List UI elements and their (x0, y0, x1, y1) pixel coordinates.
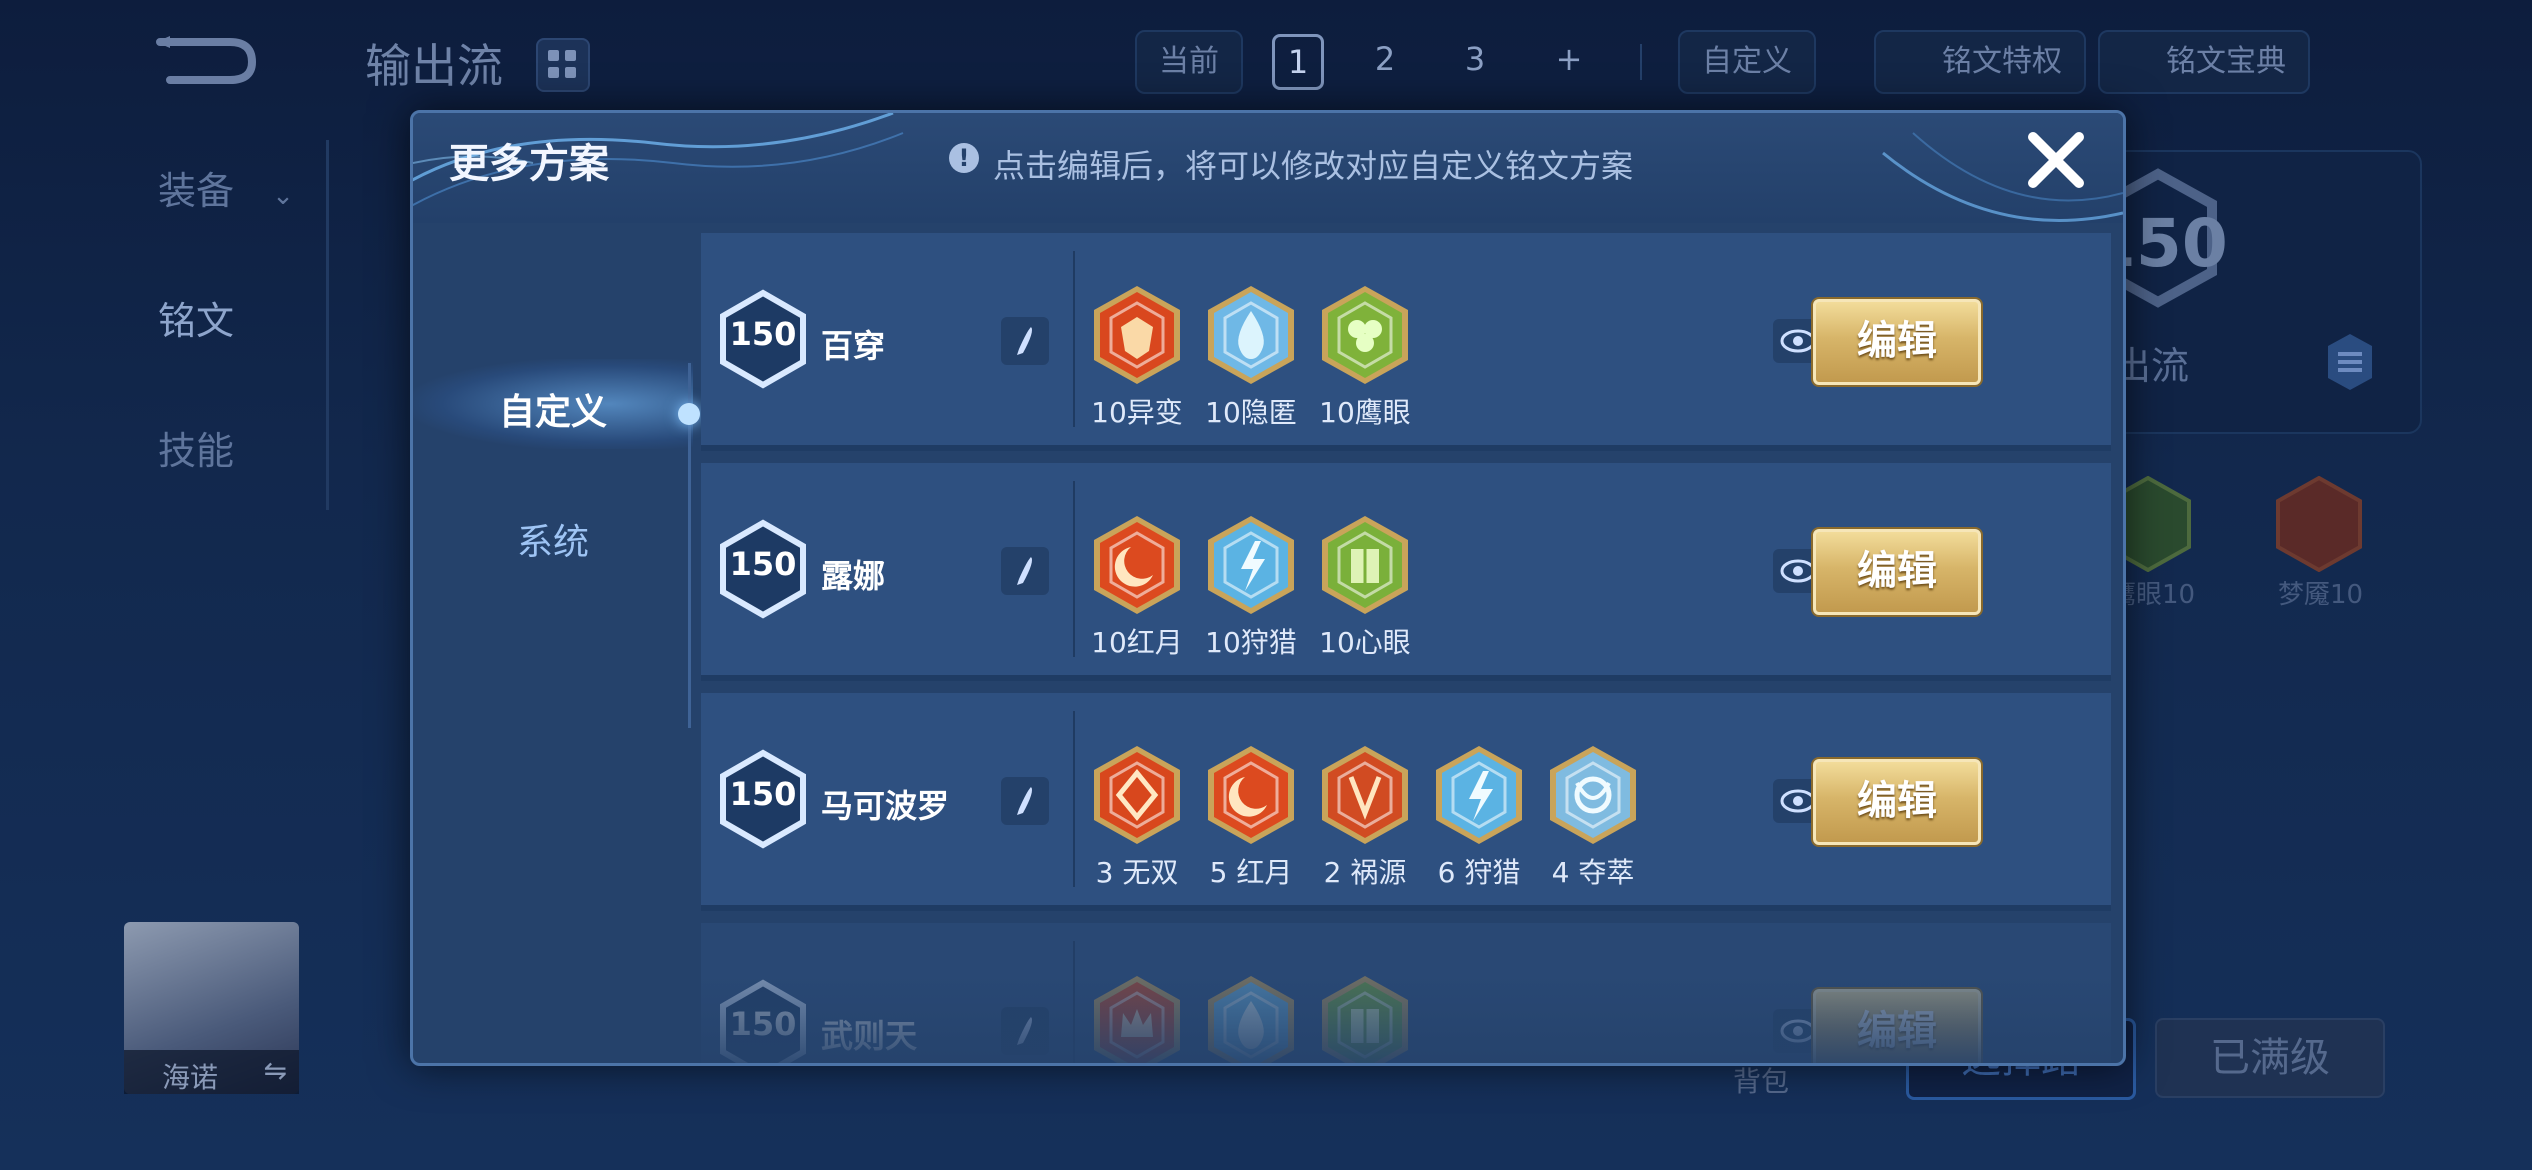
plan-name: 马可波罗 (821, 787, 950, 825)
tab-custom[interactable]: 自定义 (413, 383, 693, 435)
swap-icon: ⇋ (263, 1054, 287, 1087)
bag-label[interactable]: 背包 (1733, 1060, 1789, 1100)
plan-list[interactable]: 150 百穿 10异变 10隐匿 10鹰眼 编辑 150 露娜 10红月 10狩猎 10心眼 编辑 15… (701, 223, 2111, 1063)
rune-label: 4 夺萃 (1551, 856, 1635, 889)
list-fade (701, 973, 2111, 1063)
menu-skills[interactable]: 技能 (158, 420, 234, 475)
hero-name-bar[interactable]: 海诺 ⇋ (124, 1050, 299, 1094)
hero-name: 海诺 (162, 1061, 219, 1094)
menu-equipment[interactable]: 装备 ⌄ (158, 160, 294, 215)
rune-label: 10异变 (1091, 396, 1183, 429)
custom-button[interactable]: 自定义 (1678, 30, 1816, 94)
rune-privilege-button[interactable]: 铭文特权 (1874, 30, 2086, 94)
more-plans-dialog: 更多方案 ! 点击编辑后，将可以修改对应自定义铭文方案 自定义 系统 150 百穿… (410, 110, 2126, 1066)
page-1-button[interactable]: 1 (1272, 34, 1324, 90)
plan-name: 百穿 (821, 327, 886, 365)
row-divider (1073, 481, 1075, 657)
menu-rail (326, 140, 329, 510)
rune-red-moon-icon (1091, 513, 1183, 617)
edit-button[interactable]: 编辑 (1813, 759, 1981, 845)
rune-label: 2 祸源 (1323, 856, 1407, 889)
back-arrow-icon[interactable] (150, 32, 260, 88)
bg-red-rune-icon (2276, 476, 2362, 572)
page-3-button[interactable]: 3 (1452, 34, 1498, 84)
row-divider (1073, 251, 1075, 427)
rune-label: 10心眼 (1319, 626, 1411, 659)
dialog-title: 更多方案 (449, 141, 609, 187)
bg-rune-label-2: 梦魇10 (2278, 580, 2364, 610)
add-page-button[interactable]: + (1546, 34, 1592, 84)
plan-tabs: 自定义 系统 (413, 223, 700, 1063)
max-level-button[interactable]: 已满级 (2155, 1018, 2385, 1098)
rune-blue-knot-icon (1547, 743, 1639, 847)
edit-button[interactable]: 编辑 (1813, 529, 1981, 615)
page-2-button[interactable]: 2 (1362, 34, 1408, 84)
plan-row[interactable]: 150 露娜 10红月 10狩猎 10心眼 编辑 (701, 463, 2111, 681)
rune-label: 10鹰眼 (1319, 396, 1411, 429)
plan-name: 露娜 (821, 557, 886, 595)
rename-pen-icon[interactable] (1001, 777, 1049, 825)
rune-red-diamond-icon (1091, 743, 1183, 847)
rune-codex-button[interactable]: 铭文宝典 (2098, 30, 2310, 94)
current-label: 当前 (1135, 30, 1243, 94)
rune-red-moon-icon (1205, 743, 1297, 847)
rune-label: 10狩猎 (1205, 626, 1297, 659)
rune-blue-drop-icon (1205, 283, 1297, 387)
tab-system[interactable]: 系统 (413, 513, 693, 565)
plan-level: 150 (729, 775, 797, 813)
close-icon[interactable] (2023, 127, 2089, 193)
rune-red-claw-icon (1319, 743, 1411, 847)
rune-red-shield-icon (1091, 283, 1183, 387)
rename-pen-icon[interactable] (1001, 317, 1049, 365)
list-icon[interactable] (2326, 332, 2374, 392)
plan-level: 150 (729, 315, 797, 353)
plan-row[interactable]: 150 马可波罗 3 无双 5 红月 2 祸源 6 狩猎 4 夺萃 编辑 (701, 693, 2111, 911)
rune-label: 6 狩猎 (1437, 856, 1521, 889)
tab-indicator-dot (678, 403, 700, 425)
rune-green-clover-icon (1319, 283, 1411, 387)
row-divider (1073, 711, 1075, 887)
rune-label: 5 红月 (1209, 856, 1293, 889)
plan-level: 150 (729, 545, 797, 583)
info-icon: ! (949, 143, 979, 173)
grid-icon[interactable] (536, 38, 590, 92)
dialog-hint: 点击编辑后，将可以修改对应自定义铭文方案 (993, 147, 1634, 185)
rune-blue-lightning-icon (1433, 743, 1525, 847)
rune-label: 3 无双 (1095, 856, 1179, 889)
loadout-title: 输出流 (365, 39, 503, 93)
menu-runes[interactable]: 铭文 (158, 290, 234, 345)
plan-row[interactable]: 150 百穿 10异变 10隐匿 10鹰眼 编辑 (701, 233, 2111, 451)
edit-button[interactable]: 编辑 (1813, 299, 1981, 385)
rune-green-book-icon (1319, 513, 1411, 617)
divider (1640, 44, 1642, 80)
rune-codex-label: 铭文宝典 (2166, 44, 2286, 79)
rune-blue-lightning-icon (1205, 513, 1297, 617)
rune-label: 10隐匿 (1205, 396, 1297, 429)
rune-label: 10红月 (1091, 626, 1183, 659)
rename-pen-icon[interactable] (1001, 547, 1049, 595)
rune-privilege-label: 铭文特权 (1942, 44, 2062, 79)
